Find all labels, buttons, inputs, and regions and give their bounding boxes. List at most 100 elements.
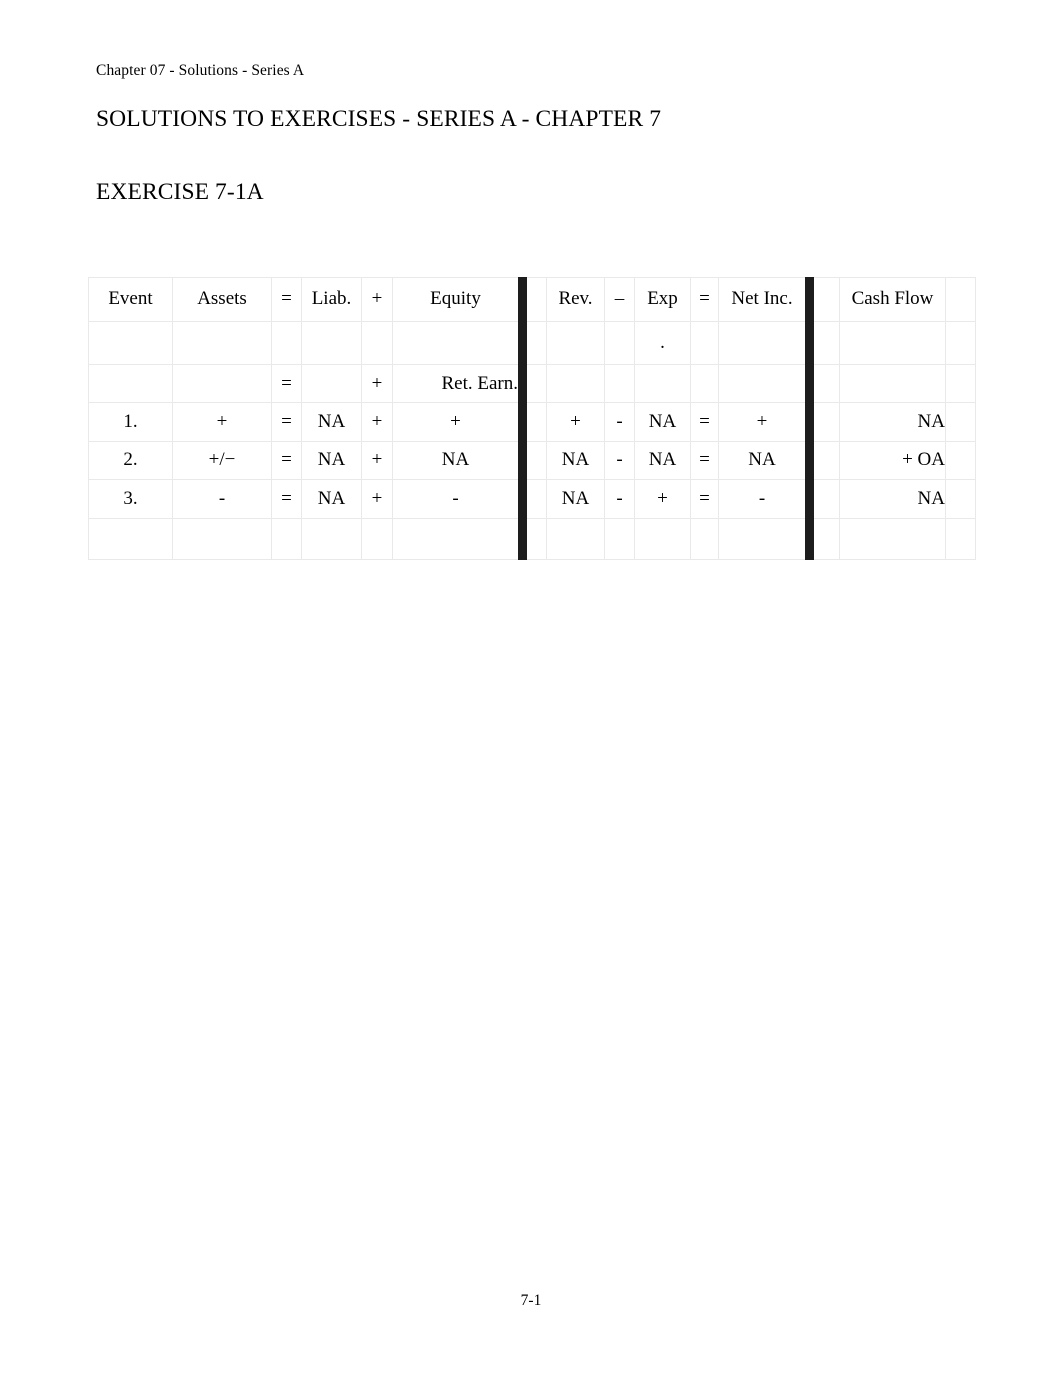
section-separator-bar-2-tail: [805, 517, 840, 560]
section-separator-bar-2-sub: [805, 364, 840, 403]
cell-empty-cashflow-3: [839, 517, 946, 560]
cell-empty-netinc-2: [718, 364, 810, 403]
cell-empty-assets-1: [172, 321, 272, 365]
table-row: 3. - = NA + - NA - + = - NA: [88, 479, 976, 519]
cell-empty-cashflow-1: [839, 321, 946, 365]
exercise-title: EXERCISE 7-1A: [96, 179, 264, 205]
cell-tail-r1: [945, 402, 976, 442]
cell-equals-1: =: [271, 479, 302, 519]
cell-expense: +: [634, 479, 691, 519]
section-separator-bar-2-r3: [805, 479, 840, 519]
cell-equals-2: =: [690, 479, 719, 519]
cell-empty-liab-2: [301, 364, 362, 403]
header-cell-plus-1: +: [361, 277, 393, 322]
section-separator-bar-1-r1: [518, 402, 547, 442]
cell-net-income: NA: [718, 440, 810, 480]
section-separator-bar-1-tail: [518, 517, 547, 560]
cell-assets: -: [172, 479, 272, 519]
section-separator-bar-2-cont: [805, 321, 840, 365]
header-cell-expense: Exp: [634, 277, 691, 322]
table-trailing-row: [88, 517, 976, 560]
cell-empty-assets-2: [172, 364, 272, 403]
section-separator-bar-1-r2: [518, 440, 547, 480]
cell-event: 1.: [88, 402, 173, 442]
header-cell-equals-2: =: [690, 277, 719, 322]
subheader-cell-equals-1: =: [271, 364, 302, 403]
cell-assets: +/−: [172, 440, 272, 480]
section-separator-bar-2-r1: [805, 402, 840, 442]
cell-revenue: +: [546, 402, 605, 442]
page-number-footer: 7-1: [520, 1292, 542, 1309]
cell-empty-tail-1: [945, 321, 976, 365]
table-header-row: Event Assets = Liab. + Equity Rev. – Exp…: [88, 277, 976, 322]
cell-empty-equals2-3: [690, 517, 719, 560]
cell-empty-minus-3: [604, 517, 635, 560]
subheader-cell-plus-1: +: [361, 364, 393, 403]
cell-equals-1: =: [271, 440, 302, 480]
table-row: 1. + = NA + + + - NA = + NA: [88, 402, 976, 442]
cell-minus: -: [604, 402, 635, 442]
cell-cash-flow: + OA: [839, 440, 946, 480]
header-cell-equity: Equity: [392, 277, 523, 322]
cell-cash-flow: NA: [839, 479, 946, 519]
table-header-continuation-row: .: [88, 321, 976, 365]
horizontal-model-table-wrapper: Event Assets = Liab. + Equity Rev. – Exp…: [88, 277, 976, 560]
cell-net-income: -: [718, 479, 810, 519]
section-separator-bar-2-r2: [805, 440, 840, 480]
cell-empty-rev-2: [546, 364, 605, 403]
cell-empty-event-3: [88, 517, 173, 560]
cell-empty-exp-3: [634, 517, 691, 560]
header-cell-minus: –: [604, 277, 635, 322]
cell-plus-1: +: [361, 440, 393, 480]
cell-empty-liab-1: [301, 321, 362, 365]
document-page: Chapter 07 - Solutions - Series A SOLUTI…: [0, 0, 1062, 1377]
cell-assets: +: [172, 402, 272, 442]
section-separator-bar-2: [805, 277, 840, 322]
header-cell-revenue: Rev.: [546, 277, 605, 322]
cell-empty-netinc-1: [718, 321, 810, 365]
cell-event: 3.: [88, 479, 173, 519]
cell-tail-r3: [945, 479, 976, 519]
cell-empty-cashflow-2: [839, 364, 946, 403]
cell-minus: -: [604, 440, 635, 480]
cell-empty-equals1-3: [271, 517, 302, 560]
cell-equity: +: [392, 402, 523, 442]
cell-equals-2: =: [690, 440, 719, 480]
cell-expense: NA: [634, 402, 691, 442]
cell-equity: NA: [392, 440, 523, 480]
cell-empty-event-2: [88, 364, 173, 403]
cell-empty-minus-2: [604, 364, 635, 403]
subheader-cell-retained-earnings: Ret. Earn.: [392, 364, 523, 403]
cell-empty-rev-3: [546, 517, 605, 560]
cell-empty-tail-3: [945, 517, 976, 560]
cell-equals-2: =: [690, 402, 719, 442]
section-separator-bar-1-r3: [518, 479, 547, 519]
horizontal-financial-statements-model-table: Event Assets = Liab. + Equity Rev. – Exp…: [88, 277, 976, 560]
cell-empty-rev-1: [546, 321, 605, 365]
cell-empty-equals2-2: [690, 364, 719, 403]
cell-empty-equity-3: [392, 517, 523, 560]
header-cell-event: Event: [88, 277, 173, 322]
cell-empty-plus1-3: [361, 517, 393, 560]
cell-liabilities: NA: [301, 402, 362, 442]
header-cell-expense-period: .: [634, 321, 691, 365]
cell-revenue: NA: [546, 440, 605, 480]
page-title: SOLUTIONS TO EXERCISES - SERIES A - CHAP…: [96, 106, 662, 132]
running-head: Chapter 07 - Solutions - Series A: [96, 62, 305, 79]
cell-equity: -: [392, 479, 523, 519]
cell-empty-assets-3: [172, 517, 272, 560]
cell-empty-equity-1: [392, 321, 523, 365]
cell-liabilities: NA: [301, 440, 362, 480]
cell-cash-flow: NA: [839, 402, 946, 442]
header-cell-net-income: Net Inc.: [718, 277, 810, 322]
table-subheader-row: = + Ret. Earn.: [88, 364, 976, 403]
cell-expense: NA: [634, 440, 691, 480]
cell-empty-netinc-3: [718, 517, 810, 560]
cell-empty-minus-1: [604, 321, 635, 365]
cell-empty-tail-2: [945, 364, 976, 403]
cell-equals-1: =: [271, 402, 302, 442]
cell-net-income: +: [718, 402, 810, 442]
cell-liabilities: NA: [301, 479, 362, 519]
cell-revenue: NA: [546, 479, 605, 519]
cell-empty-equals1-1: [271, 321, 302, 365]
